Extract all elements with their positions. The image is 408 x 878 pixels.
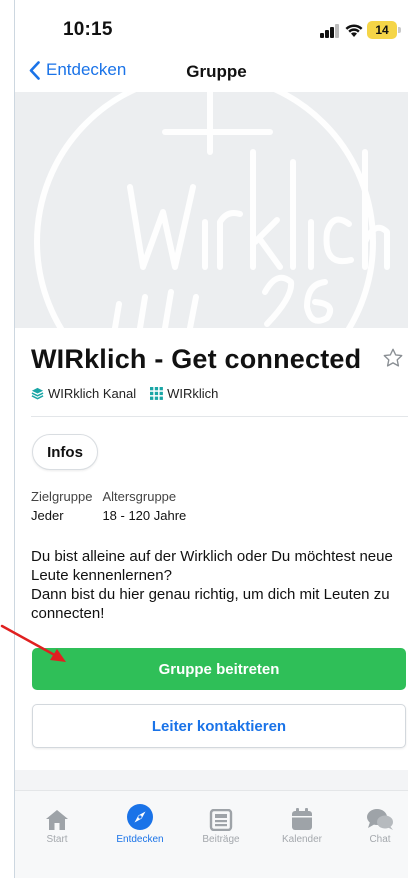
compass-icon xyxy=(127,804,153,830)
age-label: Altersgruppe xyxy=(102,489,177,504)
tab-entdecken-label: Entdecken xyxy=(116,834,164,845)
tab-beitraege-label: Beiträge xyxy=(202,834,240,845)
signal-icon xyxy=(320,24,340,38)
annotation-arrow-icon xyxy=(0,624,66,662)
battery-tip xyxy=(398,27,401,33)
battery-icon: 14 xyxy=(367,21,397,39)
grid-icon xyxy=(150,387,164,400)
divider xyxy=(31,416,408,417)
tab-chat[interactable]: Chat xyxy=(345,803,408,845)
status-time: 10:15 xyxy=(63,19,113,40)
tag-channel-label: WIRklich Kanal xyxy=(48,386,137,401)
newspaper-icon xyxy=(209,809,233,831)
tab-chat-label: Chat xyxy=(369,834,391,845)
group-tags: WIRklich Kanal WIRklich xyxy=(31,386,232,401)
calendar-icon xyxy=(292,808,312,830)
contact-leader-button[interactable]: Leiter kontaktieren xyxy=(32,704,406,748)
tab-beitraege[interactable]: Beiträge xyxy=(186,803,256,845)
status-bar: 10:15 14 xyxy=(15,0,408,52)
chat-icon xyxy=(367,809,393,830)
scroll-padding xyxy=(15,770,408,790)
layers-icon xyxy=(31,387,44,400)
group-hero-image xyxy=(15,92,408,328)
tag-channel[interactable]: WIRklich Kanal xyxy=(31,386,136,401)
app-screen: 10:15 14 Entdecken Gruppe WIRklich - Get… xyxy=(14,0,408,878)
tab-bar: Start Entdecken Beiträge Kalender Chat xyxy=(15,790,408,878)
tag-community-label: WIRklich xyxy=(167,386,219,401)
page-title: Gruppe xyxy=(186,62,247,81)
age-column: Altersgruppe 18 - 120 Jahre xyxy=(102,489,186,523)
age-value: 18 - 120 Jahre xyxy=(102,508,187,523)
wifi-icon xyxy=(345,24,363,37)
tab-kalender-label: Kalender xyxy=(281,834,323,845)
wirklich-logo xyxy=(34,92,390,328)
join-group-button[interactable]: Gruppe beitreten xyxy=(32,648,406,690)
audience-value: Jeder xyxy=(31,508,64,523)
infos-tab[interactable]: Infos xyxy=(32,434,98,470)
group-meta: Zielgruppe Jeder Altersgruppe 18 - 120 J… xyxy=(31,489,196,523)
home-icon xyxy=(46,810,68,830)
audience-column: Zielgruppe Jeder xyxy=(31,489,92,523)
group-title: WIRklich - Get connected xyxy=(31,344,362,374)
description-line-2: Dann bist du hier genau richtig, um dich… xyxy=(31,586,390,622)
tab-entdecken[interactable]: Entdecken xyxy=(105,803,175,845)
description-line-1: Du bist alleine auf der Wirklich oder Du… xyxy=(31,548,393,584)
tab-start-label: Start xyxy=(46,834,68,845)
group-description: Du bist alleine auf der Wirklich oder Du… xyxy=(31,547,401,623)
tab-kalender[interactable]: Kalender xyxy=(267,803,337,845)
audience-label: Zielgruppe xyxy=(31,489,93,504)
navigation-bar: Entdecken Gruppe xyxy=(15,52,408,92)
star-icon[interactable] xyxy=(382,347,404,369)
tag-community[interactable]: WIRklich xyxy=(150,386,218,401)
tab-start[interactable]: Start xyxy=(22,803,92,845)
